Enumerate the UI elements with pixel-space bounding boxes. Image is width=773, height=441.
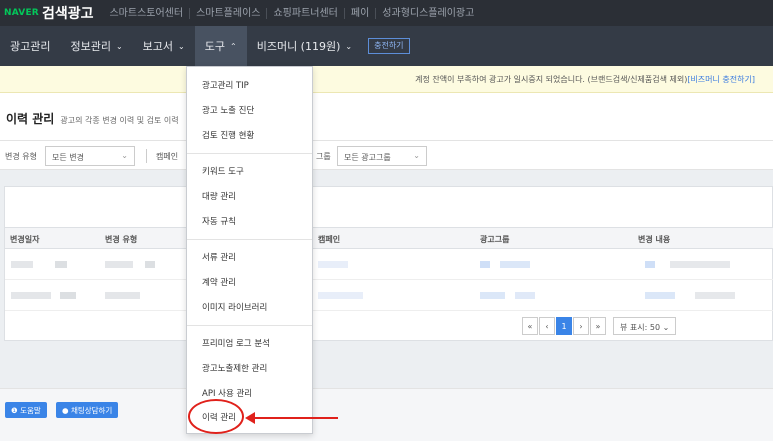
top-link-smartstore[interactable]: 스마트스토어센터 [103, 8, 189, 19]
top-link-display-ads[interactable]: 성과형디스플레이광고 [375, 7, 480, 19]
menu-item-image-library[interactable]: 이미지 라이브러리 [202, 301, 267, 313]
filter-divider [146, 149, 147, 163]
chevron-down-icon: ⌄ [121, 151, 128, 160]
nav-tools[interactable]: 도구 ⌃ [194, 26, 247, 66]
rows-per-page-select[interactable]: 뷰 표시: 50 ⌄ [613, 317, 677, 335]
help-button[interactable]: ❶ 도움말 [5, 402, 47, 418]
col-change-type[interactable]: 변경 유형 [105, 234, 137, 245]
prev-page-button[interactable]: ‹ [539, 317, 555, 335]
menu-divider [187, 325, 312, 326]
charge-bizmoney-link[interactable]: [비즈머니 충전하기] [687, 75, 755, 84]
next-page-button[interactable]: › [573, 317, 589, 335]
naver-logo[interactable]: NAVER [4, 8, 39, 18]
blurred-cell [11, 292, 51, 299]
chevron-up-icon: ⌃ [230, 41, 237, 51]
annotation-arrow [252, 417, 338, 419]
page-header: 이력 관리 광고의 각종 변경 이력 및 검토 이력 [6, 110, 179, 127]
menu-item-ad-exposure-restriction[interactable]: 광고노출제한 관리 [202, 362, 267, 374]
top-bar: NAVER 검색광고 스마트스토어센터 스마트플레이스 쇼핑파트너센터 페이 성… [0, 0, 773, 26]
top-link-smartplace[interactable]: 스마트플레이스 [189, 7, 266, 19]
nav-reports[interactable]: 보고서 ⌄ [133, 26, 195, 66]
menu-divider [187, 239, 312, 240]
blurred-cell [318, 292, 363, 299]
highlight-circle [188, 399, 244, 434]
chat-consult-button[interactable]: ● 채팅상담하기 [56, 402, 119, 418]
table-row[interactable] [5, 249, 773, 280]
pagination: « ‹ 1 › » 뷰 표시: 50 ⌄ [522, 317, 677, 335]
main-nav: 광고관리 정보관리 ⌄ 보고서 ⌄ 도구 ⌃ 비즈머니 (119원) ⌄ 충전하… [0, 26, 773, 66]
menu-item-auto-rules[interactable]: 자동 규칙 [202, 215, 236, 227]
chat-bubble-icon: ● [62, 406, 69, 415]
col-campaign[interactable]: 캠페인 [318, 234, 340, 245]
col-change-date[interactable]: 변경일자 [10, 234, 39, 245]
menu-item-premium-log-analysis[interactable]: 프리미엄 로그 분석 [202, 337, 270, 349]
blurred-cell [480, 261, 490, 268]
nav-ad-management[interactable]: 광고관리 [0, 26, 60, 66]
notice-banner: 계정 잔액이 부족하여 광고가 일시중지 되었습니다. (브랜드검색/신제품검색… [0, 66, 773, 93]
filter-bar: 변경 유형 모든 변경 ⌄ 캠페인 그룹 모든 광고그룹 ⌄ [0, 140, 773, 170]
blurred-cell [105, 261, 133, 268]
menu-item-document-management[interactable]: 서류 관리 [202, 251, 236, 263]
menu-divider [187, 153, 312, 154]
table-row[interactable] [5, 280, 773, 311]
blurred-cell [500, 261, 530, 268]
adgroup-label: 그룹 [316, 152, 331, 161]
menu-item-bulk-management[interactable]: 대량 관리 [202, 190, 236, 202]
menu-item-keyword-tool[interactable]: 키워드 도구 [202, 165, 244, 177]
brand-title[interactable]: 검색광고 [42, 3, 94, 23]
blurred-cell [60, 292, 76, 299]
chevron-down-icon: ⌄ [115, 41, 123, 51]
bottom-bar: ❶ 도움말 ● 채팅상담하기 [0, 388, 773, 441]
top-link-pay[interactable]: 페이 [343, 7, 375, 19]
blurred-cell [145, 261, 155, 268]
blurred-cell [480, 292, 505, 299]
menu-item-review-status[interactable]: 검토 진행 현황 [202, 129, 254, 141]
col-adgroup[interactable]: 광고그룹 [480, 234, 509, 245]
menu-item-ad-exposure-diagnosis[interactable]: 광고 노출 진단 [202, 104, 254, 116]
chevron-down-icon: ⌄ [345, 41, 353, 51]
info-circle-icon: ❶ [11, 406, 18, 415]
page-subtitle: 광고의 각종 변경 이력 및 검토 이력 [60, 116, 179, 125]
blurred-cell [645, 261, 655, 268]
blurred-cell [318, 261, 348, 268]
chevron-down-icon: ⌄ [662, 323, 670, 332]
top-link-shopping-partner[interactable]: 쇼핑파트너센터 [266, 7, 343, 19]
campaign-label: 캠페인 [156, 152, 179, 161]
last-page-button[interactable]: » [590, 317, 606, 335]
chevron-down-icon: ⌄ [413, 151, 420, 160]
top-links: 스마트스토어센터 스마트플레이스 쇼핑파트너센터 페이 성과형디스플레이광고 [103, 7, 480, 19]
blurred-cell [695, 292, 735, 299]
blurred-cell [11, 261, 33, 268]
menu-item-contract-management[interactable]: 계약 관리 [202, 276, 236, 288]
charge-button[interactable]: 충전하기 [368, 38, 410, 54]
change-type-select[interactable]: 모든 변경 ⌄ [45, 146, 135, 166]
history-table-card: 변경일자 변경 유형 캠페인 광고그룹 변경 내용 « ‹ 1 › » 뷰 표시… [4, 186, 773, 341]
table-header: 변경일자 변경 유형 캠페인 광고그룹 변경 내용 [5, 227, 773, 249]
menu-item-ad-tips[interactable]: 광고관리 TIP [202, 79, 249, 91]
page-1-button[interactable]: 1 [556, 317, 572, 335]
nav-bizmoney[interactable]: 비즈머니 (119원) ⌄ [247, 26, 362, 66]
blurred-cell [670, 261, 730, 268]
col-change-content[interactable]: 변경 내용 [638, 234, 670, 245]
blurred-cell [55, 261, 67, 268]
blurred-cell [515, 292, 535, 299]
first-page-button[interactable]: « [522, 317, 538, 335]
page-title: 이력 관리 [6, 112, 55, 126]
blurred-cell [105, 292, 140, 299]
adgroup-select[interactable]: 모든 광고그룹 ⌄ [337, 146, 427, 166]
nav-info-management[interactable]: 정보관리 ⌄ [60, 26, 132, 66]
blurred-cell [645, 292, 675, 299]
change-type-label: 변경 유형 [5, 152, 37, 161]
notice-text: 계정 잔액이 부족하여 광고가 일시중지 되었습니다. (브랜드검색/신제품검색… [415, 75, 688, 84]
menu-item-api-usage[interactable]: API 사용 관리 [202, 387, 252, 399]
chevron-down-icon: ⌄ [178, 41, 185, 51]
tools-dropdown-menu: 광고관리 TIP 광고 노출 진단 검토 진행 현황 키워드 도구 대량 관리 … [186, 66, 313, 434]
